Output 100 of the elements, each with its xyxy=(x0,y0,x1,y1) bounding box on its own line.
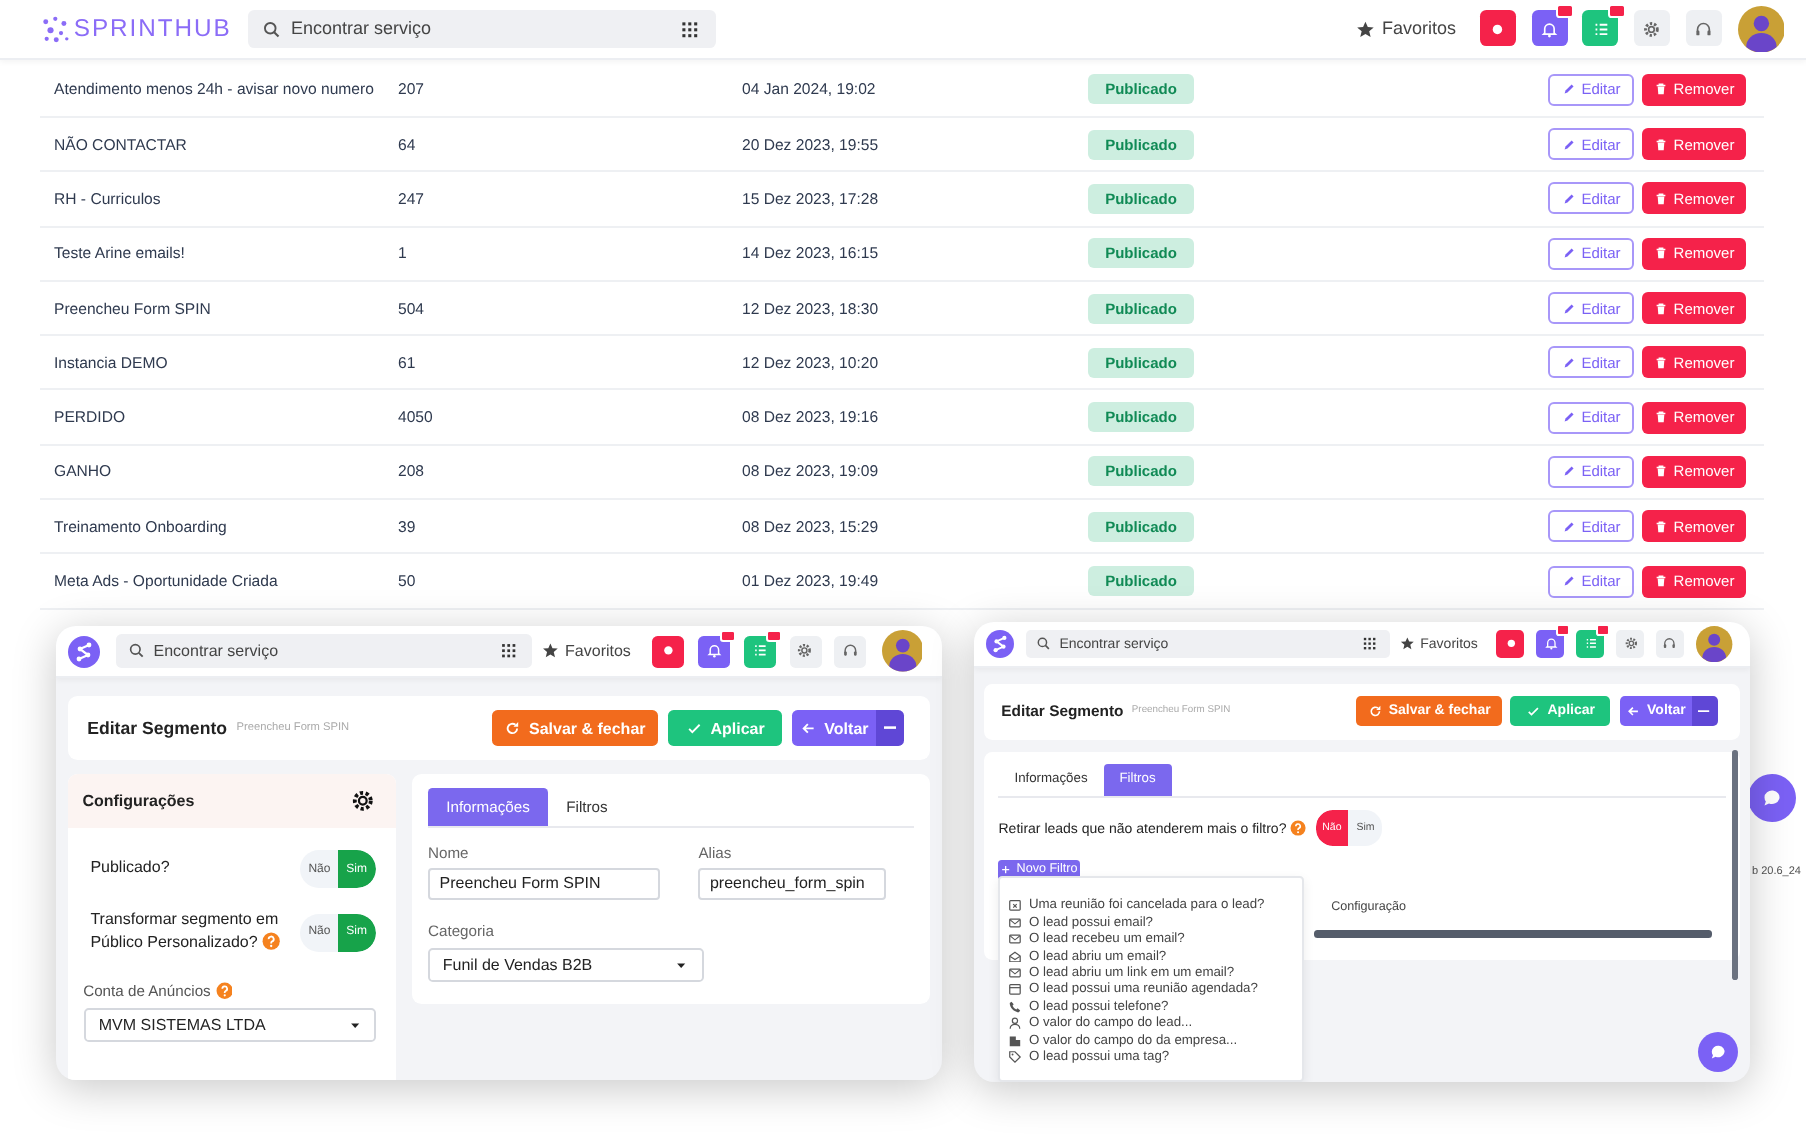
search-field[interactable]: Encontrar serviço xyxy=(115,634,532,669)
more-options-button[interactable] xyxy=(1691,696,1718,727)
help-icon xyxy=(215,982,233,1000)
bell-icon xyxy=(705,642,723,660)
open-envelope-icon xyxy=(1008,949,1023,963)
logo-text: SPRINTHUB xyxy=(73,14,232,43)
settings-icon xyxy=(796,642,814,660)
logo-icon xyxy=(39,13,71,44)
tasks-button[interactable] xyxy=(1576,630,1605,659)
notifications-button[interactable] xyxy=(698,635,731,668)
save-close-button[interactable]: Salvar & fechar xyxy=(491,710,659,746)
scrollbar[interactable] xyxy=(1731,750,1738,981)
list-icon xyxy=(1591,19,1611,39)
search-icon xyxy=(1036,636,1052,652)
refresh-icon xyxy=(504,719,521,737)
trash-icon xyxy=(1653,574,1668,588)
favorites-button[interactable]: Favoritos xyxy=(541,642,631,661)
settings-button[interactable] xyxy=(789,635,822,668)
favorites-button[interactable]: Favoritos xyxy=(1355,18,1457,39)
arrow-left-icon xyxy=(799,719,817,737)
calendar-x-icon xyxy=(1008,898,1023,913)
apply-button[interactable]: Aplicar xyxy=(667,710,783,746)
pencil-icon xyxy=(1561,519,1576,534)
headset-icon xyxy=(1694,19,1713,39)
caret-icon xyxy=(674,957,689,972)
tasks-button[interactable] xyxy=(743,635,776,668)
text-field[interactable]: preencheu_form_spin xyxy=(698,868,886,900)
help-icon xyxy=(262,932,281,951)
check-icon xyxy=(1525,704,1541,719)
record-icon xyxy=(1488,19,1508,39)
more-options-button[interactable] xyxy=(875,710,905,746)
trash-icon xyxy=(1653,301,1668,316)
trash-icon xyxy=(1653,137,1668,152)
list-icon xyxy=(1583,636,1598,652)
pencil-icon xyxy=(1561,137,1576,152)
trash-icon xyxy=(1653,355,1668,370)
scrollbar[interactable] xyxy=(1313,930,1712,938)
back-button[interactable]: Voltar xyxy=(792,710,876,746)
chat-button[interactable] xyxy=(1748,774,1796,822)
support-button[interactable] xyxy=(1656,630,1685,659)
record-icon xyxy=(1503,636,1519,652)
settings-icon xyxy=(1623,636,1638,652)
trash-icon xyxy=(1653,410,1668,425)
logo-icon xyxy=(985,630,1014,659)
chat-button[interactable] xyxy=(1698,1031,1739,1073)
bell-icon xyxy=(1540,19,1560,39)
minus-icon xyxy=(1698,710,1711,713)
trash-icon xyxy=(1653,246,1668,261)
settings-icon xyxy=(1642,19,1662,39)
record-icon xyxy=(660,642,677,660)
settings-button[interactable] xyxy=(1616,630,1645,659)
person-icon xyxy=(1008,1016,1023,1031)
category-select[interactable]: Funil de Vendas B2B xyxy=(428,947,704,982)
chat-icon xyxy=(1708,1041,1729,1063)
record-button[interactable] xyxy=(652,635,685,668)
grid-icon xyxy=(500,642,517,660)
star-icon xyxy=(1355,19,1375,39)
trash-icon xyxy=(1653,519,1668,534)
toggle-label: Transformar segmento em Público Personalizado? xyxy=(90,910,283,956)
toggle-label: Publicado? xyxy=(90,858,170,880)
help-icon xyxy=(1290,819,1307,836)
grid-icon xyxy=(680,19,700,38)
notifications-button[interactable] xyxy=(1536,630,1565,659)
caret-icon xyxy=(347,1018,363,1033)
settings-button[interactable] xyxy=(1634,10,1671,47)
headset-icon xyxy=(842,642,860,660)
account-select[interactable]: MVM SISTEMAS LTDA xyxy=(84,1008,377,1042)
pencil-icon xyxy=(1561,464,1576,479)
support-button[interactable] xyxy=(834,635,867,668)
star-icon xyxy=(541,642,559,660)
support-button[interactable] xyxy=(1685,10,1722,47)
text-field[interactable]: Preencheu Form SPIN xyxy=(428,868,660,900)
page-title: Editar Segmento xyxy=(87,718,227,739)
avatar[interactable] xyxy=(1696,625,1734,663)
chat-icon xyxy=(1760,786,1784,810)
pencil-icon xyxy=(1561,82,1576,97)
arrow-left-icon xyxy=(1625,704,1641,719)
calendar-icon xyxy=(1008,982,1023,997)
tasks-button[interactable] xyxy=(1582,10,1619,47)
check-icon xyxy=(685,719,703,737)
minus-icon xyxy=(883,726,897,730)
avatar[interactable] xyxy=(1737,5,1785,53)
star-icon xyxy=(1400,636,1415,652)
pencil-icon xyxy=(1561,301,1576,316)
refresh-icon xyxy=(1367,704,1382,719)
pencil-icon xyxy=(1561,410,1576,425)
list-icon xyxy=(751,642,769,660)
record-button[interactable] xyxy=(1496,630,1525,659)
pencil-icon xyxy=(1561,246,1576,261)
avatar[interactable] xyxy=(881,630,923,673)
search-field[interactable]: Encontrar serviço xyxy=(247,9,716,48)
record-button[interactable] xyxy=(1480,10,1517,47)
panel-title: Configurações xyxy=(82,792,195,811)
phone-icon xyxy=(1008,999,1023,1014)
notifications-button[interactable] xyxy=(1531,10,1568,47)
search-icon xyxy=(127,642,145,660)
logo-icon xyxy=(68,635,101,668)
building-icon xyxy=(1008,1033,1023,1048)
pencil-icon xyxy=(1561,574,1576,588)
trash-icon xyxy=(1653,191,1668,206)
